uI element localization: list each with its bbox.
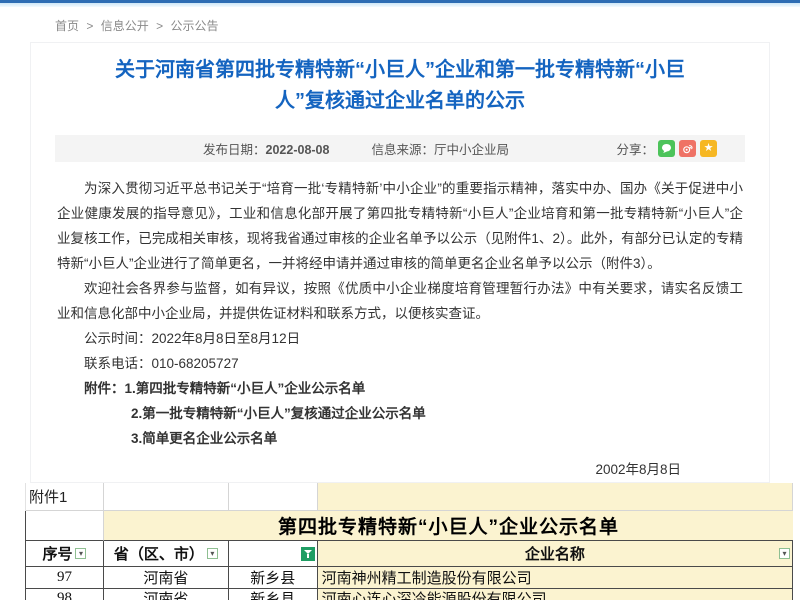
table-title: 第四批专精特新“小巨人”企业公示名单 xyxy=(278,512,619,539)
active-filter-funnel-icon[interactable] xyxy=(301,547,315,561)
wechat-share-icon[interactable] xyxy=(658,140,675,157)
publish-date: 发布日期：2022-08-08 xyxy=(203,139,329,158)
cell-county: 新乡县 xyxy=(229,567,318,589)
top-banner-edge xyxy=(0,0,800,7)
empty-cell xyxy=(104,483,229,511)
breadcrumb-separator: > xyxy=(86,19,93,33)
article-meta-bar: 发布日期：2022-08-08 信息来源：厅中小企业局 分享： ★ xyxy=(55,135,745,162)
article-container: 关于河南省第四批专精特新“小巨人”企业和第一批专精特新“小巨人”复核通过企业名单… xyxy=(30,42,770,483)
header-company: 企业名称 ▾ xyxy=(318,541,793,567)
attachments-label: 附件： xyxy=(84,381,125,396)
cell-county: 新乡县 xyxy=(229,589,318,600)
header-company-label: 企业名称 xyxy=(525,543,585,564)
header-serial-label: 序号 xyxy=(42,543,72,564)
page-title: 关于河南省第四批专精特新“小巨人”企业和第一批专精特新“小巨人”复核通过企业名单… xyxy=(31,55,769,117)
attachment-table-preview: 附件1 第四批专精特新“小巨人”企业公示名单 序号 ▾ 省（区、市） ▾ 企业名… xyxy=(25,483,793,600)
sheet-label-row: 附件1 xyxy=(25,483,793,511)
cell-serial: 97 xyxy=(26,567,104,589)
attachments-list: 附件：1.第四批专精特新“小巨人”企业公示名单 2.第一批专精特新“小巨人”复核… xyxy=(57,376,743,451)
notice-time-line: 公示时间：2022年8月8日至8月12日 xyxy=(57,326,743,351)
cell-serial: 98 xyxy=(26,589,104,600)
empty-cell xyxy=(26,511,104,541)
cell-province: 河南省 xyxy=(104,567,229,589)
attachment-link-1: 1.第四批专精特新“小巨人”企业公示名单 xyxy=(125,381,366,396)
sheet-title-row: 第四批专精特新“小巨人”企业公示名单 xyxy=(25,511,793,541)
attachment-item-2: 2.第一批专精特新“小巨人”复核通过企业公示名单 xyxy=(57,401,743,426)
attachment-item-3: 3.简单更名企业公示名单 xyxy=(57,426,743,451)
cell-company: 河南神州精工制造股份有限公司 xyxy=(318,567,793,589)
paragraph: 欢迎社会各界参与监督，如有异议，按照《优质中小企业梯度培育管理暂行办法》中有关要… xyxy=(57,276,743,326)
weibo-share-icon[interactable] xyxy=(679,140,696,157)
table-row: 98 河南省 新乡县 河南心连心深冷能源股份有限公司 xyxy=(25,589,793,600)
publish-date-value: 2022-08-08 xyxy=(266,143,330,157)
empty-cell xyxy=(229,483,318,511)
share-toolbar: 分享： ★ xyxy=(616,139,745,158)
attachment-corner-label: 附件1 xyxy=(26,483,104,511)
header-province: 省（区、市） ▾ xyxy=(104,541,229,567)
article-body: 为深入贯彻习近平总书记关于“培育一批‘专精特新’中小企业”的重要指示精神，落实中… xyxy=(31,162,769,482)
empty-cell xyxy=(318,483,793,511)
sheet-title-cell: 第四批专精特新“小巨人”企业公示名单 xyxy=(104,511,793,541)
breadcrumb-info-link[interactable]: 信息公开 xyxy=(101,19,149,33)
sign-date: 2002年8月8日 xyxy=(57,457,743,482)
filter-dropdown-icon[interactable]: ▾ xyxy=(207,548,218,559)
breadcrumb-home-link[interactable]: 首页 xyxy=(55,19,79,33)
cell-province: 河南省 xyxy=(104,589,229,600)
header-county xyxy=(229,541,318,567)
info-source: 信息来源：厅中小企业局 xyxy=(371,139,509,158)
breadcrumb-separator: > xyxy=(156,19,163,33)
cell-company: 河南心连心深冷能源股份有限公司 xyxy=(318,589,793,600)
share-label: 分享： xyxy=(616,139,654,158)
filter-dropdown-icon[interactable]: ▾ xyxy=(779,548,790,559)
paragraph: 为深入贯彻习近平总书记关于“培育一批‘专精特新’中小企业”的重要指示精神，落实中… xyxy=(57,176,743,276)
contact-phone-line: 联系电话：010-68205727 xyxy=(57,351,743,376)
table-header-row: 序号 ▾ 省（区、市） ▾ 企业名称 ▾ xyxy=(25,541,793,567)
header-province-label: 省（区、市） xyxy=(114,543,204,564)
attachment-item-1: 附件：1.第四批专精特新“小巨人”企业公示名单 xyxy=(57,376,743,401)
breadcrumb: 首页 > 信息公开 > 公示公告 xyxy=(0,7,800,34)
info-source-value: 厅中小企业局 xyxy=(434,143,509,157)
filter-dropdown-icon[interactable]: ▾ xyxy=(75,548,86,559)
breadcrumb-current: 公示公告 xyxy=(170,19,218,33)
header-serial: 序号 ▾ xyxy=(26,541,104,567)
table-row: 97 河南省 新乡县 河南神州精工制造股份有限公司 xyxy=(25,567,793,589)
favorite-star-icon[interactable]: ★ xyxy=(700,140,717,157)
